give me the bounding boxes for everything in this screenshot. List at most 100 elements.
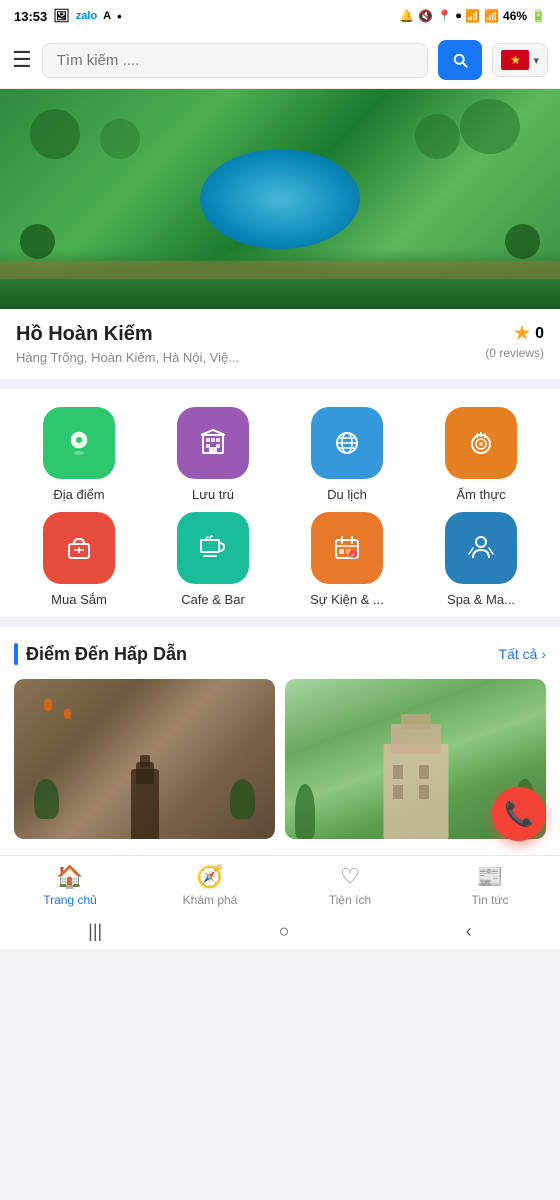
- category-label-am-thuc: Ẩm thực: [456, 487, 505, 502]
- search-icon: [451, 51, 469, 69]
- category-item-dia-diem[interactable]: Địa điểm: [14, 407, 144, 502]
- lantern-2: [64, 709, 71, 719]
- tree-deco-4: [415, 114, 460, 159]
- rating-value: 0: [535, 325, 544, 343]
- window-3: [393, 785, 403, 799]
- category-item-su-kien[interactable]: ✓ Sự Kiện & ...: [282, 512, 412, 607]
- attractions-row: [14, 679, 546, 855]
- hero-image: [0, 89, 560, 309]
- tree-deco-3: [100, 119, 140, 159]
- status-time: 13:53: [14, 9, 47, 24]
- nav-label-utilities: Tiện ích: [329, 893, 371, 907]
- location-card: Hồ Hoàn Kiếm Hàng Trống, Hoàn Kiếm, Hà N…: [0, 309, 560, 379]
- spa-icon: [463, 530, 499, 566]
- nav-label-news: Tin tức: [472, 893, 509, 907]
- wifi-icon: 📶: [465, 9, 480, 23]
- cafe-icon: [195, 530, 231, 566]
- home-icon: 🏠: [56, 864, 83, 890]
- lake-shape: [200, 149, 360, 249]
- shopping-icon: [61, 530, 97, 566]
- zalo-icon: zalo: [76, 10, 97, 22]
- a-icon: A: [103, 10, 111, 22]
- category-label-spa: Spa & Ma...: [447, 592, 515, 607]
- tree-deco-5: [20, 224, 55, 259]
- category-icon-cafe-bar: [177, 512, 249, 584]
- mute-icon: 🔇: [418, 9, 433, 23]
- category-icon-du-lich: [311, 407, 383, 479]
- nav-item-news[interactable]: 📰 Tin tức: [455, 864, 525, 907]
- phone-icon: 📞: [504, 800, 534, 829]
- event-icon: ✓: [329, 530, 365, 566]
- bottom-nav: 🏠 Trang chủ 🧭 Khám phá ♡ Tiện ích 📰 Tin …: [0, 855, 560, 913]
- hotel-icon: [195, 425, 231, 461]
- lantern-1: [44, 699, 52, 711]
- location-icon: 📍: [437, 9, 452, 23]
- tree-left-1: [34, 779, 59, 819]
- tree-right-1: [230, 779, 255, 819]
- see-all-label: Tất cả ›: [499, 646, 546, 662]
- nav-item-utilities[interactable]: ♡ Tiện ích: [315, 864, 385, 907]
- compass-icon: 🧭: [196, 864, 223, 890]
- heart-icon: ♡: [340, 864, 360, 890]
- news-icon: 📰: [476, 864, 503, 890]
- recent-apps-button[interactable]: |||: [88, 921, 102, 942]
- food-icon: [463, 425, 499, 461]
- category-item-cafe-bar[interactable]: Cafe & Bar: [148, 512, 278, 607]
- tree-deco-1: [30, 109, 80, 159]
- menu-button[interactable]: ☰: [12, 47, 32, 73]
- alarm-icon: 🔔: [399, 9, 414, 23]
- category-label-luu-tru: Lưu trú: [192, 487, 234, 502]
- nav-label-explore: Khám phá: [183, 893, 238, 907]
- search-bar-container: [42, 43, 429, 78]
- battery-pct: 46%: [503, 9, 527, 23]
- rating-area: ★ 0 (0 reviews): [485, 323, 544, 360]
- system-nav: ||| ○ ‹: [0, 913, 560, 949]
- trees-overlay: [0, 249, 560, 309]
- category-icon-mua-sam: [43, 512, 115, 584]
- photo-icon: 🖼: [53, 8, 70, 24]
- section-title-wrap: Điểm Đến Hấp Dẫn: [14, 643, 187, 665]
- search-button[interactable]: [438, 40, 482, 80]
- record-icon: ⏺: [456, 11, 461, 22]
- nav-item-explore[interactable]: 🧭 Khám phá: [175, 864, 245, 907]
- category-grid: Địa điểm Lưu trú: [10, 407, 550, 607]
- category-label-dia-diem: Địa điểm: [53, 487, 104, 502]
- window-1: [393, 765, 403, 779]
- location-pin-icon: [61, 425, 97, 461]
- back-button[interactable]: ‹: [466, 921, 472, 942]
- category-icon-su-kien: ✓: [311, 512, 383, 584]
- home-button[interactable]: ○: [279, 921, 290, 942]
- attractions-title: Điểm Đến Hấp Dẫn: [26, 644, 187, 665]
- category-item-am-thuc[interactable]: Ẩm thực: [416, 407, 546, 502]
- attraction-image-1: [14, 679, 275, 839]
- attractions-section: Điểm Đến Hấp Dẫn Tất cả ›: [0, 627, 560, 855]
- building-tree-1: [295, 784, 315, 839]
- category-item-luu-tru[interactable]: Lưu trú: [148, 407, 278, 502]
- see-all-button[interactable]: Tất cả ›: [499, 646, 546, 662]
- travel-icon: [329, 425, 365, 461]
- search-input[interactable]: [57, 52, 414, 69]
- tree-deco-2: [460, 99, 520, 154]
- language-selector[interactable]: ★ ▾: [492, 43, 548, 77]
- category-item-mua-sam[interactable]: Mua Sắm: [14, 512, 144, 607]
- turtle-tower-tip: [140, 755, 150, 767]
- category-icon-dia-diem: [43, 407, 115, 479]
- vietnam-flag: ★: [501, 50, 529, 70]
- category-item-du-lich[interactable]: Du lịch: [282, 407, 412, 502]
- category-item-spa[interactable]: Spa & Ma...: [416, 512, 546, 607]
- nav-label-home: Trang chủ: [43, 893, 97, 907]
- attraction-card-1[interactable]: [14, 679, 275, 839]
- review-count: (0 reviews): [485, 346, 544, 360]
- category-icon-spa: [445, 512, 517, 584]
- svg-text:✓: ✓: [350, 553, 355, 559]
- header: ☰ ★ ▾: [0, 32, 560, 89]
- nav-item-home[interactable]: 🏠 Trang chủ: [35, 864, 105, 907]
- category-label-su-kien: Sự Kiện & ...: [310, 592, 384, 607]
- category-label-du-lich: Du lịch: [327, 487, 367, 502]
- category-label-mua-sam: Mua Sắm: [51, 592, 107, 607]
- call-fab[interactable]: 📞: [492, 787, 546, 841]
- chevron-down-icon: ▾: [533, 54, 539, 67]
- category-icon-am-thuc: [445, 407, 517, 479]
- flag-star: ★: [510, 53, 521, 67]
- status-bar: 13:53 🖼 zalo A • 🔔 🔇 📍 ⏺ 📶 📶 46% 🔋: [0, 0, 560, 32]
